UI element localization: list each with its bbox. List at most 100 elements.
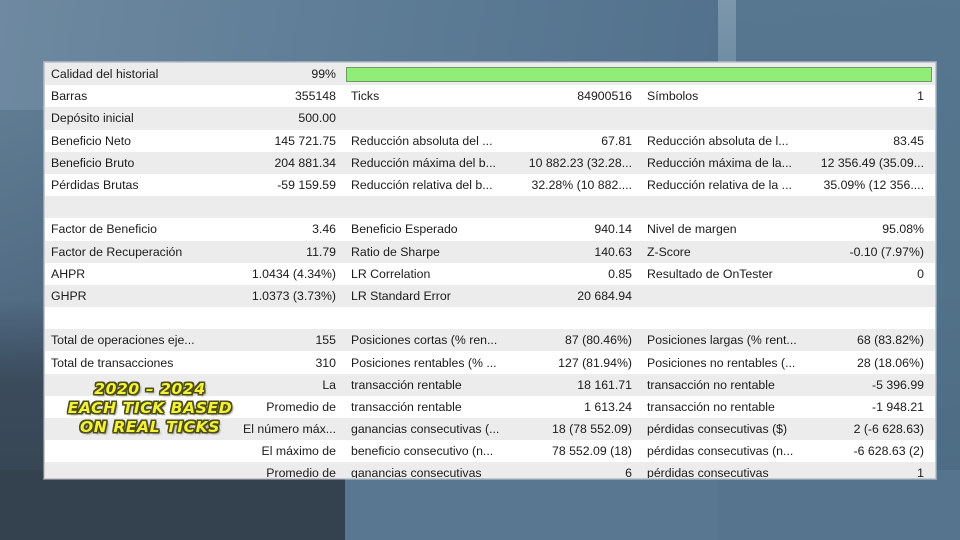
report-value: 0: [917, 266, 924, 281]
report-label: Reducción absoluta del ...: [351, 133, 493, 148]
report-cell-col3: [641, 196, 933, 218]
report-row[interactable]: Beneficio Bruto 204 881.34 Reducción máxim…: [45, 151, 935, 174]
report-label: Posiciones rentables (% ...: [351, 355, 497, 370]
report-value: 20 684.94: [577, 288, 632, 303]
report-value: Promedio de: [266, 399, 336, 414]
report-row[interactable]: Promedio de transacción rentable 1 613.24 t…: [45, 395, 935, 418]
report-value: -59 159.59: [277, 178, 336, 193]
report-value: 0.85: [608, 266, 632, 281]
report-label: transacción rentable: [351, 399, 462, 414]
report-label: Ratio de Sharpe: [351, 244, 440, 259]
report-label: Pérdidas Brutas: [51, 178, 139, 193]
background-band-bottom-middle: [345, 470, 718, 540]
report-value: 78 552.09 (18): [552, 444, 632, 459]
report-value: 6: [625, 466, 632, 479]
report-cell-col3: pérdidas consecutivas ($) 2 (-6 628.63): [641, 418, 933, 440]
report-cell-col3: Resultado de OnTester 0: [641, 263, 933, 285]
report-label: pérdidas consecutivas (n...: [647, 444, 794, 459]
report-label: Posiciones no rentables (...: [647, 355, 796, 370]
report-label: transacción no rentable: [647, 399, 775, 414]
report-label: Posiciones largas (% rent...: [647, 333, 797, 348]
report-label: transacción rentable: [351, 377, 462, 392]
report-cell-col2: transacción rentable 18 161.71: [345, 374, 641, 396]
report-value: 87 (80.46%): [565, 333, 632, 348]
report-row[interactable]: Factor de Beneficio 3.46 Beneficio Esperad…: [45, 218, 935, 241]
report-row[interactable]: Barras 355148 Ticks 84900516 Símbolos 1: [45, 85, 935, 108]
report-value: 310: [315, 355, 336, 370]
report-row[interactable]: Calidad del historial 99%: [45, 63, 935, 86]
report-cell-col2: Ticks 84900516: [345, 85, 641, 107]
report-label: Total de transacciones: [51, 355, 174, 370]
report-value: 1: [917, 89, 924, 104]
report-label: Barras: [51, 89, 88, 104]
report-value: 68 (83.82%): [857, 333, 924, 348]
report-cell-col3: Símbolos 1: [641, 85, 933, 107]
report-label: beneficio consecutivo (n...: [351, 444, 494, 459]
report-value: 355148: [294, 89, 336, 104]
report-row[interactable]: Depósito inicial 500.00: [45, 107, 935, 130]
report-value: -6 628.63 (2): [853, 444, 924, 459]
report-cell-col3: Reducción absoluta de l... 83.45: [641, 130, 933, 152]
report-cell-col2: [345, 107, 641, 129]
report-cell-col2: Reducción máxima del b... 10 882.23 (32.2…: [345, 152, 641, 174]
report-value: 3.46: [312, 222, 336, 237]
backtest-report-panel: Calidad del historial 99% Barras 355148 Tick…: [44, 62, 936, 479]
report-label: ganancias consecutivas: [351, 466, 482, 479]
report-label: Reducción absoluta de l...: [647, 133, 789, 148]
report-cell-col1: Factor de Recuperación 11.79: [45, 241, 345, 263]
report-label: Símbolos: [647, 89, 699, 104]
report-cell-col3: [641, 307, 933, 329]
report-row[interactable]: La transacción rentable 18 161.71 transacci…: [45, 373, 935, 396]
report-cell-col2: Reducción absoluta del ... 67.81: [345, 130, 641, 152]
background-band-bottom-left: [0, 470, 345, 540]
report-row[interactable]: Pérdidas Brutas -59 159.59 Reducción relat…: [45, 173, 935, 197]
report-cell-col1: Pérdidas Brutas -59 159.59: [45, 174, 345, 196]
screenshot-root: Calidad del historial 99% Barras 355148 Tick…: [0, 0, 960, 540]
report-value: 11.79: [306, 244, 336, 259]
report-cell-col2: transacción rentable 1 613.24: [345, 396, 641, 418]
report-cell-col1: El número máx...: [45, 418, 345, 440]
report-row[interactable]: Beneficio Neto 145 721.75 Reducción absolu…: [45, 129, 935, 152]
report-value: 99%: [311, 67, 336, 82]
background-band-bottom-right: [718, 470, 960, 540]
report-label: Ticks: [351, 89, 380, 104]
report-value: 1.0373 (3.73%): [251, 288, 336, 303]
report-cell-col3: Nivel de margen 95.08%: [641, 218, 933, 240]
report-cell-col1: Promedio de: [45, 396, 345, 418]
report-cell-col3: Posiciones no rentables (... 28 (18.06%): [641, 351, 933, 373]
report-cell-col2: LR Standard Error 20 684.94: [345, 285, 641, 307]
report-value: El máximo de: [261, 444, 337, 459]
report-value: 83.45: [893, 133, 924, 148]
report-value: 67.81: [601, 133, 632, 148]
report-label: GHPR: [51, 288, 87, 303]
report-cell-col3: Posiciones largas (% rent... 68 (83.82%): [641, 329, 933, 351]
report-cell-history-quality: Calidad del historial 99%: [45, 63, 345, 85]
report-label: Resultado de OnTester: [647, 266, 773, 281]
report-cell-col1: [45, 307, 345, 329]
report-spacer-row: [45, 196, 935, 219]
report-value: Promedio de: [266, 466, 336, 479]
report-row[interactable]: Factor de Recuperación 11.79 Ratio de Shar…: [45, 240, 935, 263]
report-cell-col1: Depósito inicial 500.00: [45, 107, 345, 129]
report-cell-col3: pérdidas consecutivas (n... -6 628.63 (2): [641, 440, 933, 462]
report-cell-col2: Ratio de Sharpe 140.63: [345, 241, 641, 263]
report-row[interactable]: AHPR 1.0434 (4.34%) LR Correlation 0.85 Resu…: [45, 262, 935, 285]
report-value: -5 396.99: [872, 377, 924, 392]
report-row[interactable]: El máximo de beneficio consecutivo (n... 7…: [45, 440, 935, 463]
report-row[interactable]: Total de transacciones 310 Posiciones rent…: [45, 351, 935, 374]
report-cell-col3: Reducción máxima de la... 12 356.49 (35.0…: [641, 152, 933, 174]
report-value: 1 613.24: [584, 399, 632, 414]
report-label: Beneficio Neto: [51, 133, 131, 148]
report-row[interactable]: El número máx... ganancias consecutivas (…: [45, 418, 935, 441]
report-label: Beneficio Esperado: [351, 222, 458, 237]
report-row[interactable]: Promedio de ganancias consecutivas 6 pérdid…: [45, 462, 935, 479]
report-value: 1: [917, 466, 924, 479]
report-label: Depósito inicial: [51, 111, 134, 126]
report-value: 145 721.75: [274, 133, 336, 148]
report-cell-col2: [345, 307, 641, 329]
report-row[interactable]: Total de operaciones eje... 155 Posiciones…: [45, 329, 935, 352]
report-label: ganancias consecutivas (...: [351, 422, 500, 437]
report-row[interactable]: GHPR 1.0373 (3.73%) LR Standard Error 20 68…: [45, 284, 935, 308]
report-label: pérdidas consecutivas ($): [647, 422, 788, 437]
report-label: Total de operaciones eje...: [51, 333, 195, 348]
